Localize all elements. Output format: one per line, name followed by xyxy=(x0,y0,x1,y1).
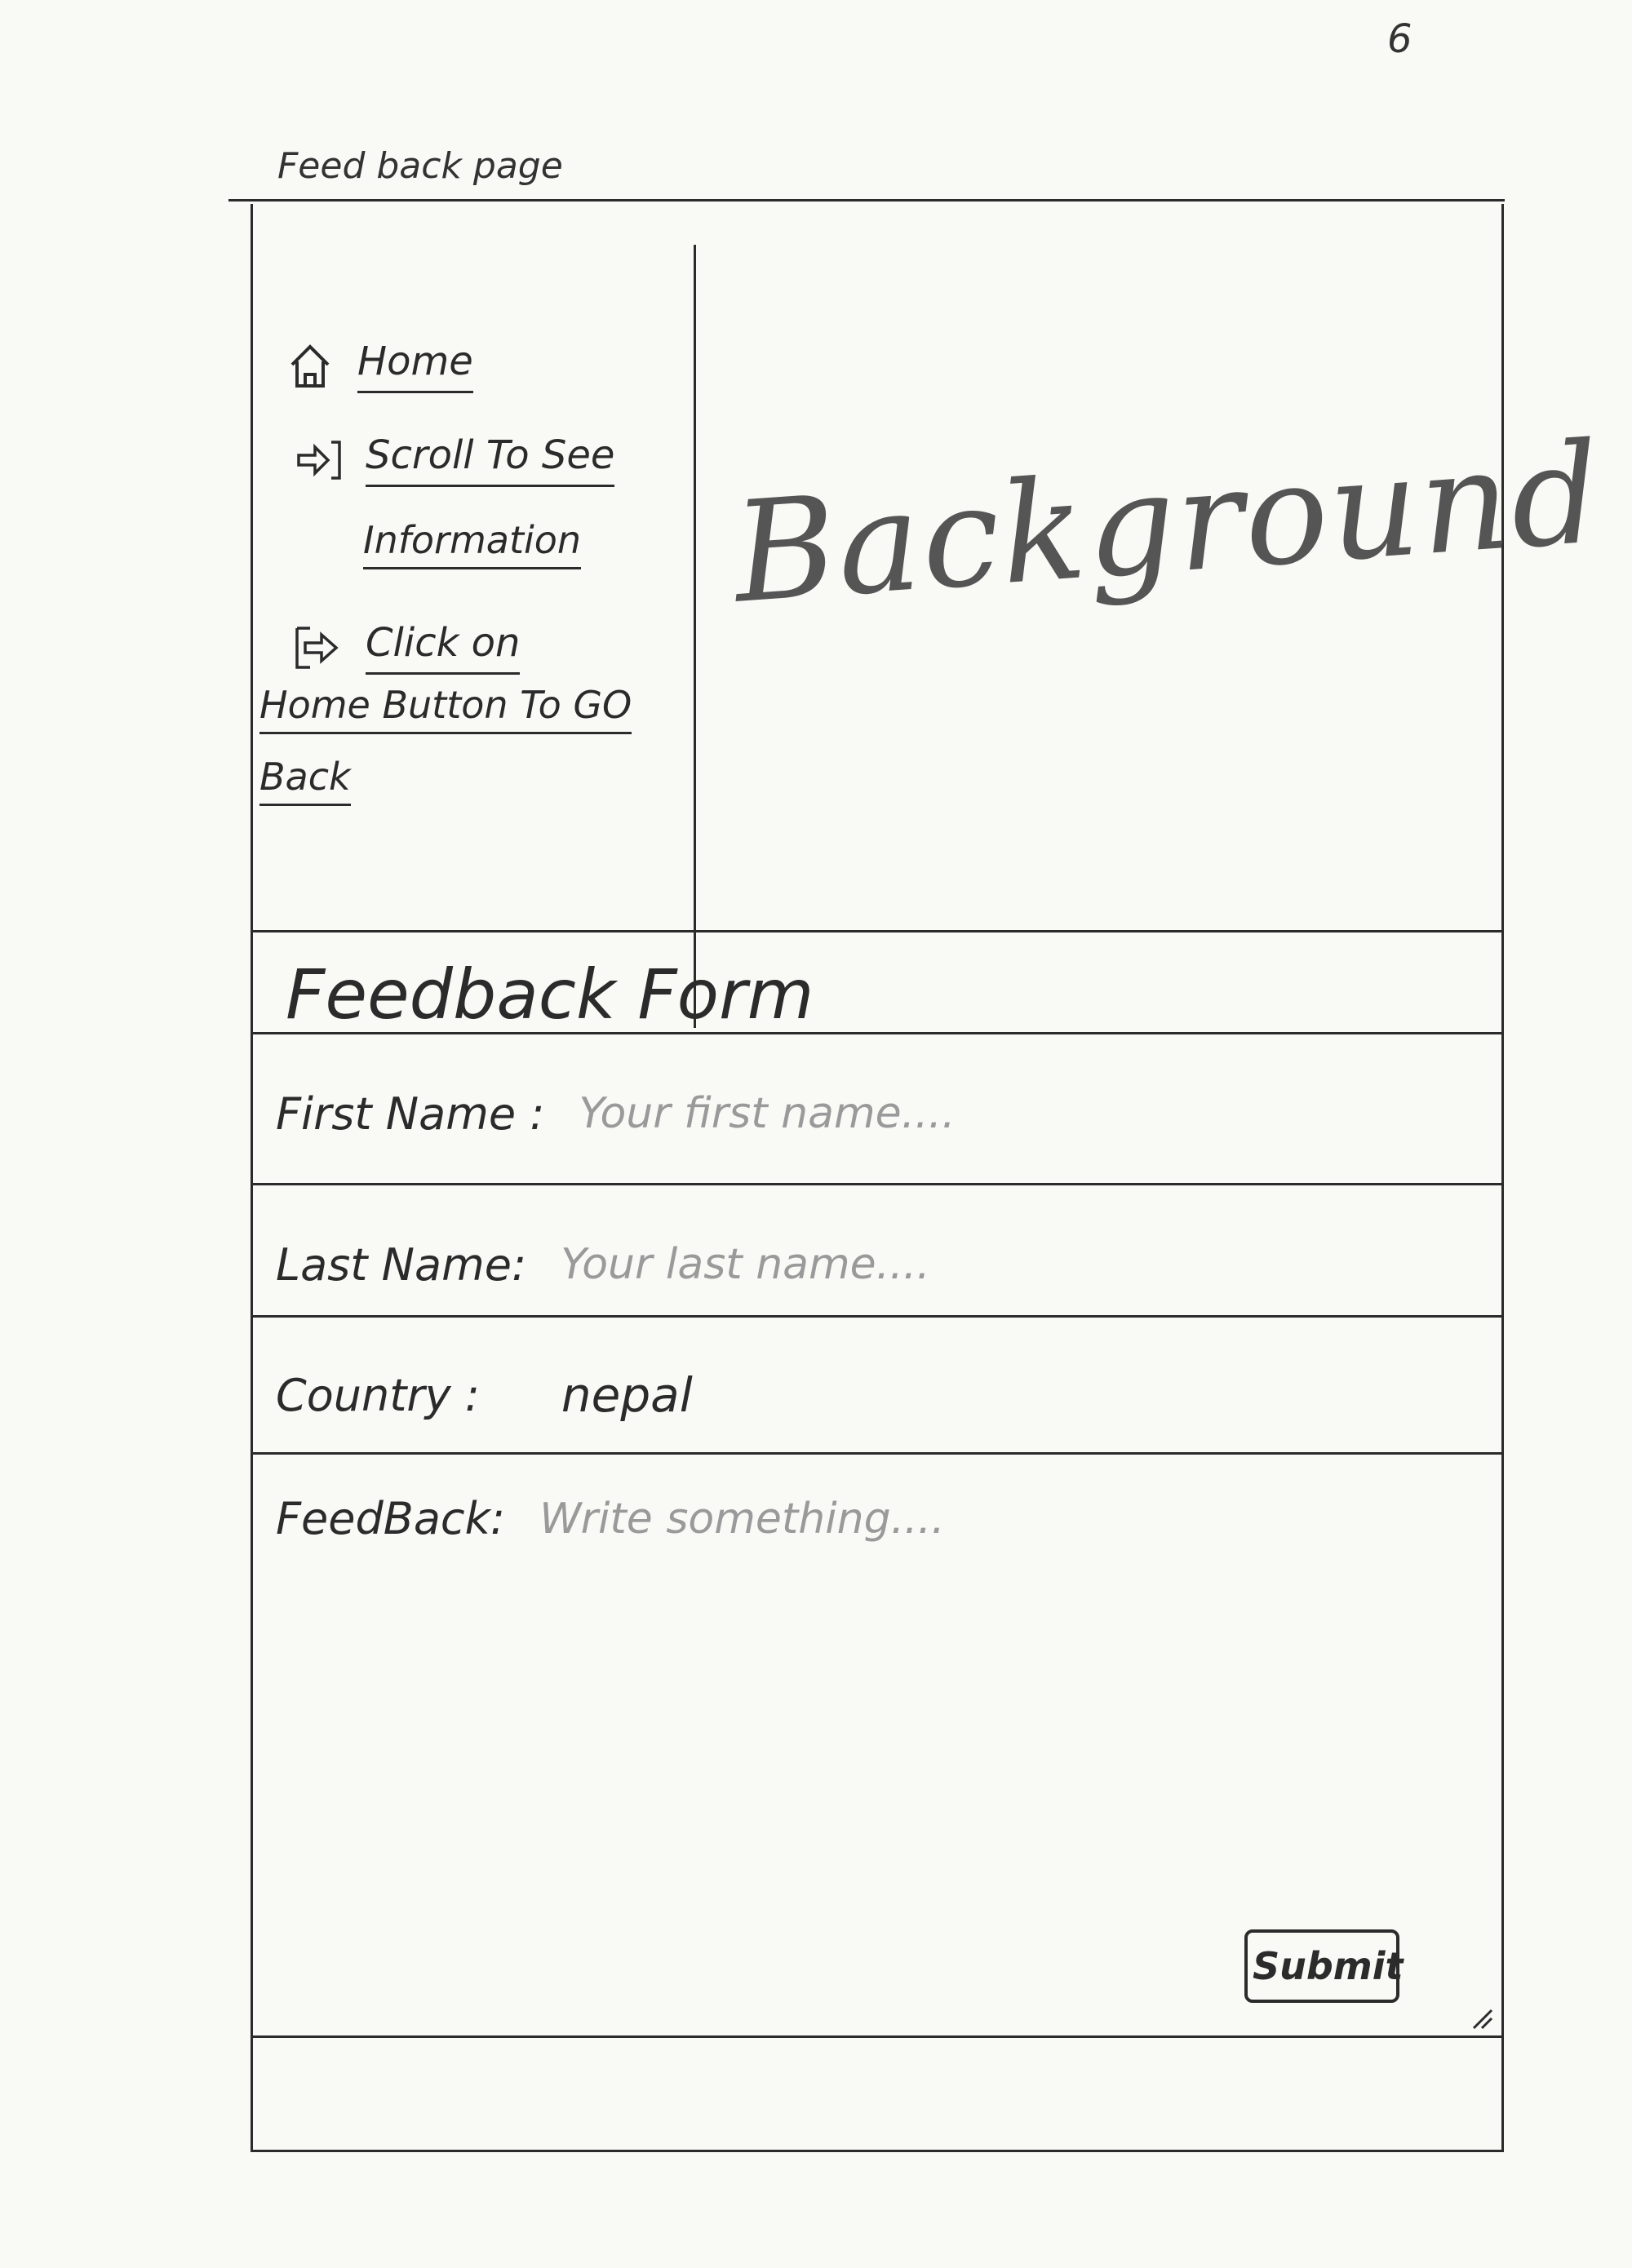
nav-home-link[interactable]: Home xyxy=(286,339,473,393)
form-title: Feedback Form xyxy=(286,955,814,1034)
first-name-input[interactable] xyxy=(577,1088,1397,1139)
field-divider xyxy=(253,1315,1501,1318)
feedback-textarea[interactable] xyxy=(538,1493,1358,1806)
page-caption: Feed back page xyxy=(277,145,563,187)
nav-scroll-label-wrap: Information xyxy=(363,504,582,576)
nav-back-info[interactable]: Click on xyxy=(294,620,521,675)
field-divider xyxy=(253,1452,1501,1455)
caption-rule xyxy=(228,199,1505,202)
home-icon xyxy=(286,342,335,391)
sidebar-nav: Home Scroll To See Information Click on … xyxy=(253,245,694,1028)
field-divider xyxy=(253,1183,1501,1185)
nav-scroll-label-line2: Information xyxy=(363,518,582,569)
nav-back-label-line1: Click on xyxy=(366,620,521,675)
page-number: 6 xyxy=(1387,16,1412,62)
arrow-right-icon xyxy=(294,436,343,485)
nav-scroll-info[interactable]: Scroll To See xyxy=(294,432,615,487)
nav-home-label: Home xyxy=(357,339,473,393)
field-divider xyxy=(253,2035,1501,2038)
nav-back-label-line3: Back xyxy=(259,755,351,806)
first-name-label: First Name : xyxy=(276,1087,545,1140)
nav-back-label-line2: Home Button To GO xyxy=(259,683,632,734)
last-name-input[interactable] xyxy=(559,1239,1379,1290)
last-name-row: Last Name: xyxy=(253,1203,1501,1326)
enter-arrow-icon xyxy=(294,623,343,672)
resize-grip-icon[interactable] xyxy=(1469,2005,1493,2033)
submit-button[interactable]: Submit xyxy=(1244,1929,1404,2003)
country-select[interactable]: nepal xyxy=(561,1367,693,1423)
background-hero-text: Background xyxy=(729,412,1608,635)
country-label: Country : xyxy=(276,1369,480,1421)
feedback-label: FeedBack: xyxy=(276,1493,506,1544)
sidebar-divider xyxy=(694,245,696,1028)
nav-scroll-label-line1: Scroll To See xyxy=(366,432,615,487)
feedback-row: FeedBack: xyxy=(253,1493,1501,1836)
country-row: Country : nepal xyxy=(253,1338,1501,1452)
page-frame: Home Scroll To See Information Click on … xyxy=(251,204,1607,2152)
nav-back-label-wrap: Home Button To GO Back xyxy=(259,669,632,813)
section-divider xyxy=(253,930,1501,932)
first-name-row: First Name : xyxy=(253,1052,1501,1175)
field-divider xyxy=(253,1032,1501,1034)
last-name-label: Last Name: xyxy=(276,1238,527,1291)
